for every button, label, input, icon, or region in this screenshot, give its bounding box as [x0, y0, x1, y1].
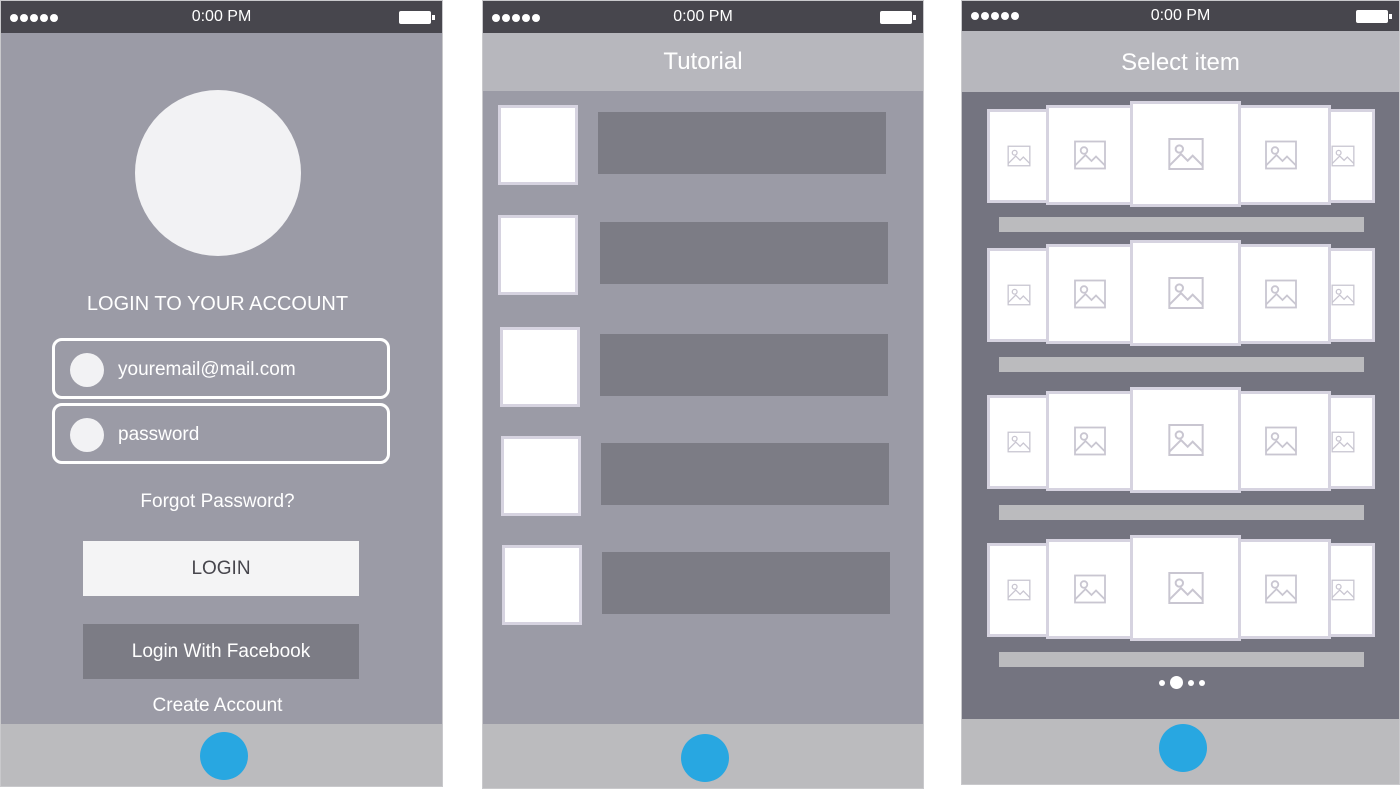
list-item-thumbnail	[502, 545, 582, 625]
page-dot-active[interactable]	[1169, 676, 1183, 689]
image-placeholder-icon	[1330, 282, 1356, 308]
image-placeholder-icon	[1072, 137, 1108, 173]
carousel-card[interactable]	[1046, 244, 1134, 344]
carousel-card[interactable]	[1231, 391, 1331, 491]
list-item-thumbnail	[498, 105, 578, 185]
image-placeholder-icon	[1072, 571, 1108, 607]
list-item-text-bar	[602, 552, 890, 614]
home-button[interactable]	[1159, 724, 1207, 772]
carousel-card[interactable]	[987, 248, 1051, 342]
bottom-bar	[483, 724, 923, 788]
carousel-card[interactable]	[987, 543, 1051, 637]
carousel-caption-bar	[999, 505, 1364, 520]
image-placeholder-icon	[1263, 423, 1299, 459]
page-title: Tutorial	[663, 48, 743, 75]
login-screen: 0:00 PM LOGIN TO YOUR ACCOUNT Forgot Pas…	[0, 0, 443, 787]
image-placeholder-icon	[1006, 143, 1032, 169]
image-placeholder-icon	[1263, 571, 1299, 607]
list-item-text-bar	[600, 334, 888, 396]
page-dot[interactable]	[1198, 679, 1205, 686]
avatar[interactable]	[135, 90, 301, 256]
carousel-card[interactable]	[1231, 244, 1331, 344]
image-placeholder-icon	[1006, 577, 1032, 603]
page-indicator[interactable]	[962, 676, 1399, 689]
email-icon	[70, 353, 104, 387]
list-item-text-bar	[601, 443, 889, 505]
tutorial-screen: 0:00 PM Tutorial	[482, 0, 924, 789]
battery-icon	[399, 11, 435, 24]
image-placeholder-icon	[1166, 134, 1206, 174]
image-placeholder-icon	[1330, 429, 1356, 455]
carousel-card[interactable]	[987, 395, 1051, 489]
status-bar: 0:00 PM	[1, 1, 442, 33]
image-placeholder-icon	[1006, 429, 1032, 455]
page-title: Select item	[1121, 49, 1240, 76]
nav-title-bar: Select item	[962, 31, 1399, 92]
password-icon	[70, 418, 104, 452]
image-placeholder-icon	[1263, 137, 1299, 173]
home-button[interactable]	[681, 734, 729, 782]
page-dot[interactable]	[1158, 679, 1165, 686]
password-field[interactable]	[52, 403, 390, 464]
carousel-card[interactable]	[1130, 101, 1241, 207]
list-item-thumbnail	[500, 327, 580, 407]
image-placeholder-icon	[1072, 276, 1108, 312]
carousel-card[interactable]	[1046, 105, 1134, 205]
status-time: 0:00 PM	[673, 8, 733, 25]
home-button[interactable]	[200, 732, 248, 780]
nav-title-bar: Tutorial	[483, 33, 923, 91]
page-dot[interactable]	[1187, 679, 1194, 686]
image-placeholder-icon	[1330, 143, 1356, 169]
carousel-caption-bar	[999, 357, 1364, 372]
select-item-screen: 0:00 PM Select item	[961, 0, 1400, 785]
list-item-thumbnail	[501, 436, 581, 516]
status-time: 0:00 PM	[191, 8, 252, 25]
carousel-card[interactable]	[1130, 535, 1241, 641]
carousel-caption-bar	[999, 217, 1364, 232]
carousel-card[interactable]	[1231, 105, 1331, 205]
login-button[interactable]: LOGIN	[83, 541, 359, 596]
image-placeholder-icon	[1330, 577, 1356, 603]
battery-icon	[880, 11, 916, 24]
carousel-card[interactable]	[1231, 539, 1331, 639]
image-placeholder-icon	[1072, 423, 1108, 459]
carousel-card[interactable]	[1130, 240, 1241, 346]
create-account-link[interactable]: Create Account	[1, 695, 434, 717]
carousel-card[interactable]	[987, 109, 1051, 203]
login-heading: LOGIN TO YOUR ACCOUNT	[86, 293, 349, 315]
carousel-card[interactable]	[1046, 391, 1134, 491]
email-input[interactable]	[118, 353, 378, 387]
list-item-text-bar	[600, 222, 888, 284]
carousel-card[interactable]	[1046, 539, 1134, 639]
status-time: 0:00 PM	[1150, 7, 1211, 24]
image-placeholder-icon	[1166, 420, 1206, 460]
list-item-thumbnail	[498, 215, 578, 295]
status-bar: 0:00 PM	[483, 1, 923, 33]
login-facebook-button[interactable]: Login With Facebook	[83, 624, 359, 679]
image-placeholder-icon	[1006, 282, 1032, 308]
password-input[interactable]	[118, 418, 378, 452]
battery-icon	[1356, 10, 1392, 23]
email-field[interactable]	[52, 338, 390, 399]
image-placeholder-icon	[1166, 273, 1206, 313]
carousel-card[interactable]	[1130, 387, 1241, 493]
image-placeholder-icon	[1263, 276, 1299, 312]
bottom-bar	[962, 719, 1399, 784]
forgot-password-link[interactable]: Forgot Password?	[1, 491, 434, 513]
status-bar: 0:00 PM	[962, 1, 1399, 31]
image-placeholder-icon	[1166, 568, 1206, 608]
list-item-text-bar	[598, 112, 886, 174]
carousel-caption-bar	[999, 652, 1364, 667]
bottom-bar	[1, 724, 442, 786]
